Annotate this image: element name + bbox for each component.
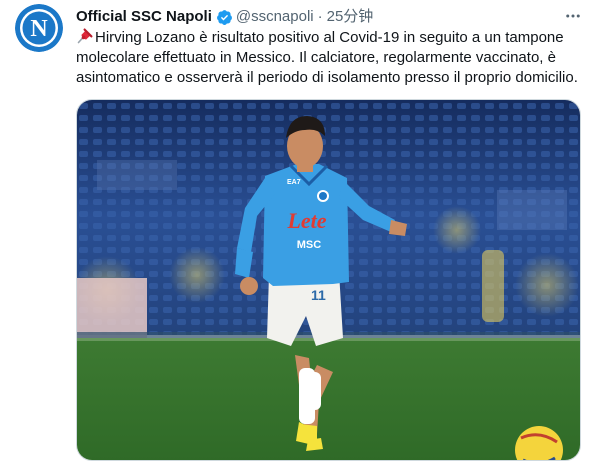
kit-sponsor-2: MSC <box>297 239 322 251</box>
ad-board <box>77 278 147 338</box>
verified-badge-icon <box>216 9 233 26</box>
pitch <box>77 338 580 460</box>
napoli-crest-icon: N <box>15 4 63 52</box>
author-display-name[interactable]: Official SSC Napoli <box>76 7 212 27</box>
kit-brand: EA7 <box>287 179 301 186</box>
tweet-text-content: Hirving Lozano è risultato positivo al C… <box>76 29 578 86</box>
tweet-header: Official SSC Napoli @sscnapoli · 25分钟 <box>76 6 373 28</box>
tweet-photo[interactable]: 11 Lete MSC EA7 <box>76 99 581 461</box>
author-handle[interactable]: @sscnapoli <box>236 7 314 27</box>
separator-dot: · <box>317 8 323 25</box>
tweet-timestamp[interactable]: 25分钟 <box>327 7 374 27</box>
more-dots-icon <box>566 14 580 18</box>
crest-letter: N <box>30 16 48 42</box>
more-options-button[interactable] <box>562 6 584 26</box>
player-photo: 11 Lete MSC EA7 <box>77 100 580 460</box>
kit-sponsor: Lete <box>286 208 326 233</box>
shorts-number: 11 <box>311 287 326 303</box>
tweet[interactable]: N Official SSC Napoli @sscnapoli · 25分钟 <box>0 0 589 462</box>
tweet-text: Hirving Lozano è risultato positivo al C… <box>76 28 586 88</box>
pushpin-icon <box>76 28 93 44</box>
author-avatar[interactable]: N <box>15 4 63 52</box>
